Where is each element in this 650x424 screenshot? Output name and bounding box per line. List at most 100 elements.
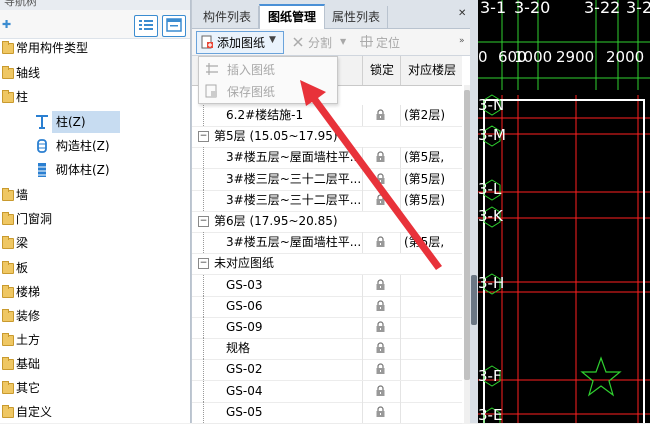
drawing-name: GS-06	[226, 299, 263, 313]
drawing-name: 3#楼三层~三十二层平...	[226, 172, 360, 186]
drawing-row[interactable]: GS-03	[192, 275, 462, 297]
sidebar-item-column-z[interactable]: 柱(Z)	[0, 111, 190, 133]
drawing-floor: (第5层,	[404, 235, 445, 249]
collapse-toggle-icon[interactable]: −	[198, 216, 209, 227]
drawing-row[interactable]: GS-06	[192, 296, 462, 318]
construct-column-icon	[37, 139, 47, 153]
insert-drawing-menu-item[interactable]: 插入图纸	[227, 61, 275, 78]
lock-icon[interactable]	[375, 109, 386, 121]
sidebar-item-label: 基础	[16, 357, 41, 371]
save-drawing-menu-item[interactable]: 保存图纸	[227, 83, 275, 100]
sidebar-item-beam[interactable]: 梁	[0, 232, 190, 254]
sidebar-item-common-types[interactable]: 常用构件类型	[0, 37, 190, 59]
floor-group-row[interactable]: − 第6层 (17.95~20.85)	[192, 211, 462, 233]
sidebar-item-door-window-opening[interactable]: 门窗洞	[0, 208, 190, 230]
lock-icon[interactable]	[375, 363, 386, 375]
list-view-button[interactable]	[134, 15, 158, 37]
collapse-toggle-icon[interactable]: −	[198, 131, 209, 142]
tab-drawing-management[interactable]: 图纸管理	[259, 4, 325, 29]
floor-group-row[interactable]: − 第5层 (15.05~17.95)	[192, 126, 462, 148]
drawing-name: GS-03	[226, 278, 263, 292]
sidebar-item-masonry-column[interactable]: 砌体柱(Z)	[0, 159, 190, 181]
nav-tree-title: 导航树	[0, 0, 190, 10]
sidebar-item-stair[interactable]: 楼梯	[0, 281, 190, 303]
masonry-column-icon	[38, 163, 46, 177]
floor-group-row[interactable]: − 未对应图纸	[192, 253, 462, 275]
drawing-row[interactable]: GS-05	[192, 402, 462, 424]
sidebar-item-foundation[interactable]: 基础	[0, 353, 190, 375]
split-button[interactable]: 分割	[308, 34, 332, 51]
folder-icon	[2, 285, 14, 298]
drawing-floor: (第5层)	[404, 193, 445, 207]
folder-icon	[2, 357, 14, 370]
drawing-row[interactable]: 3#楼五层~屋面墙柱平... (第5层,	[192, 147, 462, 169]
lock-icon[interactable]	[375, 151, 386, 163]
star-marker	[580, 356, 622, 397]
drawing-row[interactable]: 3#楼五层~屋面墙柱平... (第5层,	[192, 232, 462, 254]
drawing-row[interactable]: 规格	[192, 338, 462, 360]
add-sparkle-icon[interactable]: ✚	[2, 18, 11, 31]
panel-splitter[interactable]	[470, 0, 478, 423]
drawing-name: GS-02	[226, 362, 263, 376]
locate-button[interactable]: 定位	[376, 34, 400, 51]
sidebar-item-label: 常用构件类型	[16, 41, 89, 55]
cad-top-label-3: 3-22	[584, 0, 621, 17]
drawing-row[interactable]: 3#楼三层~三十二层平... (第5层)	[192, 190, 462, 212]
folder-icon	[2, 333, 14, 346]
lock-icon[interactable]	[375, 173, 386, 185]
drawing-row[interactable]: 3#楼三层~三十二层平... (第5层)	[192, 169, 462, 191]
split-icon	[293, 37, 303, 47]
drawing-floor: (第5层)	[404, 172, 445, 186]
lock-icon[interactable]	[375, 321, 386, 333]
sidebar-item-label: 楼梯	[16, 285, 41, 299]
sidebar-item-other[interactable]: 其它	[0, 377, 190, 399]
sidebar-item-label: 墙	[16, 188, 29, 202]
cad-drawing-canvas[interactable]: 3-1 3-20 3-22 3-2 0 600 1000 2900 2000 3…	[478, 0, 650, 423]
drawing-name: 3#楼五层~屋面墙柱平...	[226, 150, 360, 164]
close-panel-icon[interactable]: ✕	[458, 8, 466, 19]
sidebar-item-custom[interactable]: 自定义	[0, 401, 190, 423]
tree-connector	[203, 169, 204, 190]
sidebar-item-axis[interactable]: 轴线	[0, 62, 190, 84]
lock-icon[interactable]	[375, 342, 386, 354]
floor-group-label: 未对应图纸	[214, 256, 275, 270]
dropdown-arrow-icon[interactable]: ▼	[269, 35, 276, 45]
lock-icon[interactable]	[375, 300, 386, 312]
sidebar-item-decoration[interactable]: 装修	[0, 305, 190, 327]
floor-group-label: 第5层 (15.05~17.95)	[214, 129, 338, 143]
lock-icon[interactable]	[375, 279, 386, 291]
drawing-floor: (第5层,	[404, 150, 445, 164]
lock-icon[interactable]	[375, 406, 386, 418]
sidebar-item-column[interactable]: 柱	[0, 86, 190, 108]
sidebar-item-earthwork[interactable]: 土方	[0, 329, 190, 351]
floor-group-label: 第6层 (17.95~20.85)	[214, 214, 338, 228]
more-chevron-icon[interactable]: »	[459, 36, 465, 46]
cell-divider	[400, 402, 401, 423]
cad-dim-3: 1000	[514, 48, 553, 66]
tab-component-list[interactable]: 构件列表	[196, 6, 259, 28]
tree-connector	[203, 317, 204, 338]
sidebar-item-construct-column[interactable]: 构造柱(Z)	[0, 135, 190, 157]
lock-icon[interactable]	[375, 194, 386, 206]
folder-icon	[2, 188, 14, 201]
drawing-row[interactable]: GS-09	[192, 317, 462, 339]
splitter-handle[interactable]	[471, 275, 477, 325]
collapse-toggle-icon[interactable]: −	[198, 258, 209, 269]
lock-icon[interactable]	[375, 236, 386, 248]
drawing-row[interactable]: 6.2#楼结施-1 (第2层)	[192, 105, 462, 127]
drawing-row[interactable]: GS-04	[192, 381, 462, 403]
folder-icon	[2, 212, 14, 225]
sidebar-item-wall[interactable]: 墙	[0, 184, 190, 206]
col-floor-header[interactable]: 对应楼层	[400, 56, 463, 85]
split-dropdown-icon[interactable]: ▼	[340, 37, 346, 46]
drawing-row[interactable]: GS-02	[192, 359, 462, 381]
drawing-name: GS-09	[226, 320, 263, 334]
add-drawing-button[interactable]: 添加图纸 ▼	[196, 31, 284, 54]
lock-icon[interactable]	[375, 385, 386, 397]
tab-property-list[interactable]: 属性列表	[325, 6, 388, 28]
panel-view-button[interactable]	[162, 15, 186, 37]
cell-divider	[400, 359, 401, 380]
col-lock-header[interactable]: 锁定	[362, 56, 401, 85]
drawing-name: 3#楼五层~屋面墙柱平...	[226, 235, 360, 249]
sidebar-item-slab[interactable]: 板	[0, 257, 190, 279]
